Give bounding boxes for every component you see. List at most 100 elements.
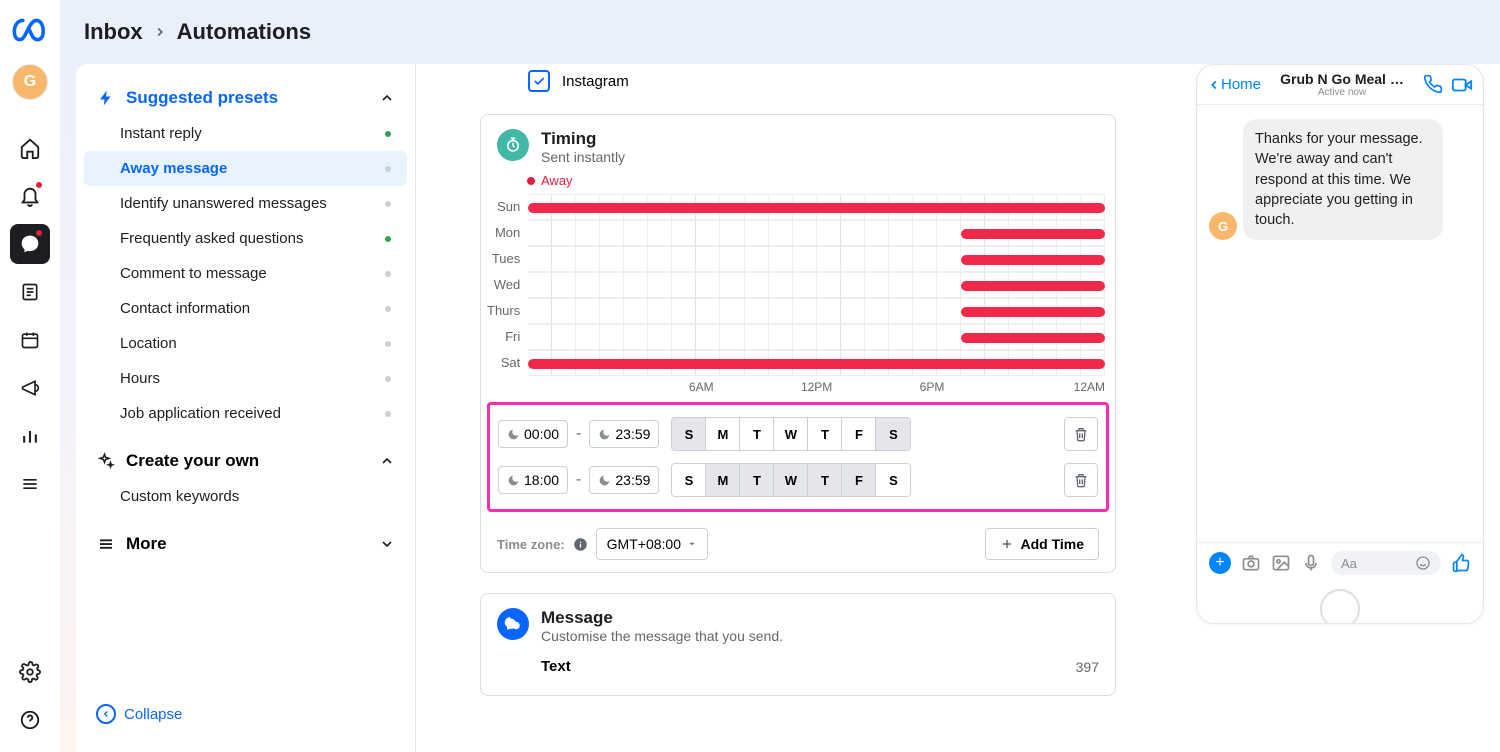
dow-toggle[interactable]: F [842,464,876,496]
dow-toggle[interactable]: T [740,418,774,450]
phone-call-icon[interactable] [1423,74,1443,96]
preview-avatar: G [1209,212,1237,240]
day-label: Sat [487,350,520,376]
sidebar-item[interactable]: Comment to message [84,256,407,291]
day-label: Thurs [487,298,520,324]
tick-label: 6AM [644,380,759,394]
rail-menu-icon[interactable] [10,464,50,504]
rail-settings-icon[interactable] [10,652,50,692]
sidebar-item[interactable]: Instant reply [84,116,407,151]
chevron-up-icon [379,90,395,106]
dow-toggle[interactable]: S [672,418,706,450]
moon-icon [598,428,611,441]
like-icon[interactable] [1451,553,1471,573]
message-subtitle: Customise the message that you send. [541,628,783,644]
status-dot [385,411,391,417]
section-create-your-own[interactable]: Create your own [84,443,407,479]
dow-toggle[interactable]: T [808,464,842,496]
create-your-own-label: Create your own [126,451,259,471]
clock-icon [497,129,529,161]
dow-toggle[interactable]: S [876,464,910,496]
collapse-button[interactable]: Collapse [84,692,407,736]
message-title: Message [541,608,783,628]
away-bar [961,307,1105,317]
time-field[interactable]: 23:59 [589,466,659,494]
rail-inbox-icon[interactable] [10,224,50,264]
dow-toggle[interactable]: F [842,418,876,450]
more-label: More [126,534,167,554]
dow-toggle[interactable]: T [740,464,774,496]
sidebar-item[interactable]: Hours [84,361,407,396]
info-icon[interactable] [573,537,588,552]
add-time-button[interactable]: Add Time [985,528,1099,560]
dow-toggle[interactable]: S [672,464,706,496]
status-dot [385,236,391,242]
rail-home-icon[interactable] [10,128,50,168]
sidebar-item[interactable]: Frequently asked questions [84,221,407,256]
moon-icon [507,474,520,487]
breadcrumb-current: Automations [177,19,311,45]
day-label: Sun [487,194,520,220]
timing-subtitle: Sent instantly [541,149,625,165]
plus-icon[interactable]: + [1209,552,1231,574]
trash-icon[interactable] [1064,463,1098,497]
time-field[interactable]: 23:59 [589,420,659,448]
status-dot [385,131,391,137]
dow-toggle[interactable]: M [706,418,740,450]
preview-back-button[interactable]: Home [1207,76,1261,93]
schedule-row [528,272,1105,298]
timezone-select[interactable]: GMT+08:00 [596,528,708,560]
channel-label: Instagram [562,73,629,90]
sidebar-item-label: Job application received [120,405,281,422]
trash-icon[interactable] [1064,417,1098,451]
dow-toggle[interactable]: W [774,464,808,496]
home-indicator [1320,589,1360,624]
rail-insights-icon[interactable] [10,416,50,456]
rail-help-icon[interactable] [10,700,50,740]
sidebar-item[interactable]: Identify unanswered messages [84,186,407,221]
rail-notifications-icon[interactable] [10,176,50,216]
dow-toggle[interactable]: W [774,418,808,450]
preview-phone: Home Grub N Go Meal … Active now [1196,64,1484,624]
preview-message-bubble: Thanks for your message. We're away and … [1243,119,1443,240]
emoji-icon[interactable] [1415,555,1431,571]
breadcrumb-inbox[interactable]: Inbox [84,19,143,45]
meta-logo[interactable] [12,12,48,48]
time-field[interactable]: 18:00 [498,466,568,494]
dow-toggle[interactable]: S [876,418,910,450]
section-more[interactable]: More [84,526,407,562]
section-suggested-presets[interactable]: Suggested presets [84,80,407,116]
sidebar-item[interactable]: Job application received [84,396,407,431]
list-icon [96,534,116,554]
schedule-row [528,350,1105,376]
timezone-value: GMT+08:00 [607,536,681,552]
sparkle-icon [96,451,116,471]
sidebar-item[interactable]: Location [84,326,407,361]
collapse-icon [96,704,116,724]
status-dot [385,271,391,277]
preview-title: Grub N Go Meal … [1267,71,1417,87]
checkbox-checked[interactable] [528,70,550,92]
time-rules-highlight: 00:00-23:59SMTWTFS18:00-23:59SMTWTFS [487,402,1109,512]
add-time-label: Add Time [1020,536,1084,552]
sidebar-item[interactable]: Contact information [84,291,407,326]
dow-toggle[interactable]: M [706,464,740,496]
video-call-icon[interactable] [1451,74,1473,96]
gallery-icon[interactable] [1271,553,1291,573]
camera-icon[interactable] [1241,553,1261,573]
message-card: Message Customise the message that you s… [480,593,1116,696]
char-count: 397 [1076,659,1099,675]
rail-ads-icon[interactable] [10,368,50,408]
tick-label: 6PM [874,380,989,394]
preview-subtitle: Active now [1267,87,1417,98]
moon-icon [598,474,611,487]
dow-toggle[interactable]: T [808,418,842,450]
mic-icon[interactable] [1301,553,1321,573]
sidebar-item[interactable]: Away message [84,151,407,186]
rail-posts-icon[interactable] [10,272,50,312]
sidebar-item-custom-keywords[interactable]: Custom keywords [84,479,407,514]
message-input[interactable]: Aa [1331,551,1441,575]
rail-calendar-icon[interactable] [10,320,50,360]
account-avatar[interactable]: G [12,64,48,100]
time-field[interactable]: 00:00 [498,420,568,448]
